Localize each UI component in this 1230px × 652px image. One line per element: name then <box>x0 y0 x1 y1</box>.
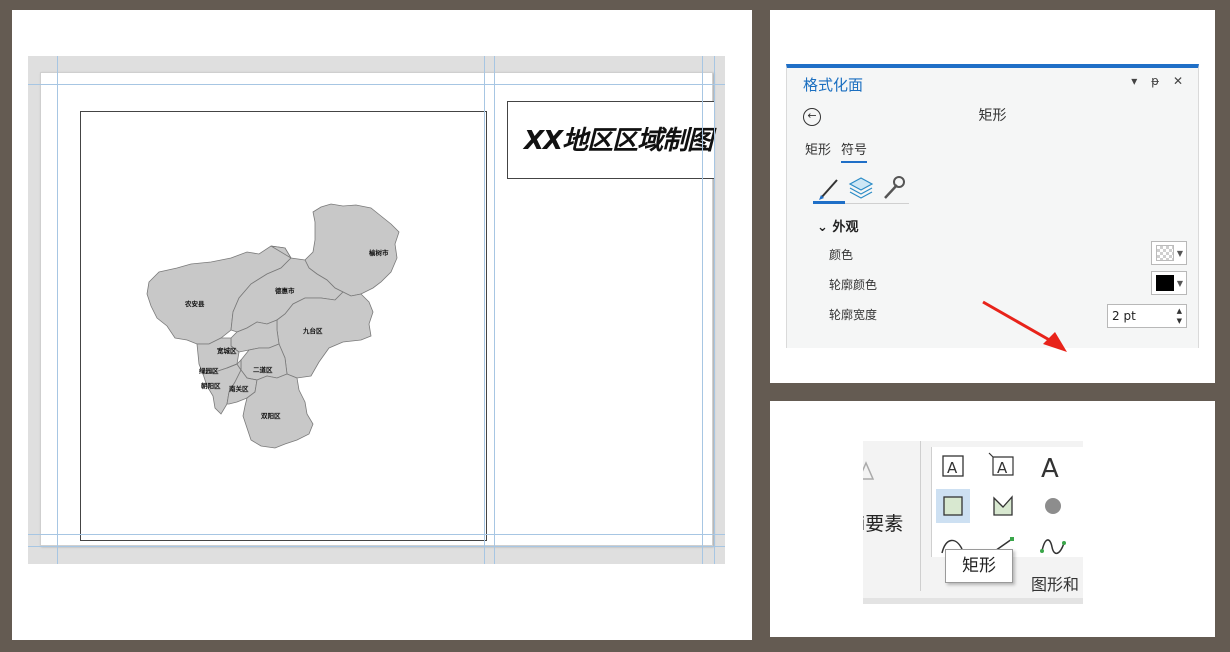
guide-line <box>494 56 495 564</box>
rectangle-icon[interactable] <box>936 489 970 523</box>
label-chaoyang: 朝阳区 <box>201 381 221 390</box>
ribbon-button-label: i要素 <box>863 513 904 535</box>
label-lvyuan: 绿园区 <box>199 366 219 375</box>
guide-line <box>28 546 725 547</box>
label-yushu: 榆树市 <box>369 248 389 257</box>
dropdown-icon[interactable]: ▾ <box>1131 74 1142 88</box>
black-swatch <box>1156 275 1174 291</box>
label-shuangyang: 双阳区 <box>261 411 281 420</box>
polygon-icon[interactable] <box>986 489 1020 523</box>
svg-text:A: A <box>997 459 1008 477</box>
pane-subtitle: 矩形 <box>978 108 1007 124</box>
outline-color-picker[interactable]: ▼ <box>1151 271 1187 295</box>
map-frame[interactable]: 榆树市 农安县 德惠市 九台区 宽城区 绿园区 二道区 朝阳区 南关区 双阳区 <box>80 111 487 541</box>
pane-title: 格式化面 <box>803 76 864 94</box>
appearance-label: 外观 <box>832 220 859 235</box>
circle-icon[interactable] <box>1036 489 1070 523</box>
partial-tool-icon <box>863 459 875 481</box>
chevron-down-icon: ▼ <box>1176 249 1183 258</box>
guide-line <box>57 56 58 564</box>
format-pane: 格式化面 ▾ ᵽ ✕ ← 矩形 矩形 符号 ⌄ 外观 颜色 ▼ 轮廓颜色 ▼ 轮… <box>786 64 1199 352</box>
label-nanguan: 南关区 <box>229 384 249 393</box>
outline-width-value: 2 pt <box>1112 309 1136 323</box>
guide-line <box>28 534 725 535</box>
guide-line <box>28 84 725 85</box>
ribbon-crop: i要素 A A A 图形和 矩形 <box>863 441 1083 604</box>
label-dehui: 德惠市 <box>275 286 295 295</box>
label-erdao: 二道区 <box>253 365 273 374</box>
text-icon[interactable]: A <box>936 449 970 483</box>
outline-width-input[interactable]: 2 pt ▲ ▼ <box>1107 304 1187 328</box>
map-title: XX地区区域制图 <box>524 126 713 156</box>
outline-width-label: 轮廓宽度 <box>829 308 878 322</box>
guide-line <box>484 56 485 564</box>
layout-view-panel: 榆树市 农安县 德惠市 九台区 宽城区 绿园区 二道区 朝阳区 南关区 双阳区 … <box>12 10 752 640</box>
brush-icon[interactable] <box>815 174 843 202</box>
chevron-down-icon: ▼ <box>1176 279 1183 288</box>
tab-symbol[interactable]: 符号 <box>841 139 868 163</box>
layout-page[interactable]: 榆树市 农安县 德惠市 九台区 宽城区 绿园区 二道区 朝阳区 南关区 双阳区 … <box>40 72 715 546</box>
tooltip: 矩形 <box>945 549 1013 583</box>
svg-text:A: A <box>1041 454 1059 483</box>
label-kuancheng: 宽城区 <box>216 346 237 355</box>
wrench-icon[interactable] <box>879 174 907 202</box>
format-pane-panel: 格式化面 ▾ ᵽ ✕ ← 矩形 矩形 符号 ⌄ 外观 颜色 ▼ 轮廓颜色 ▼ 轮… <box>770 10 1215 383</box>
layers-icon[interactable] <box>847 174 875 202</box>
color-label: 颜色 <box>829 248 854 262</box>
appearance-section[interactable]: ⌄ 外观 <box>817 216 858 235</box>
expander-icon[interactable]: ⌄ <box>817 220 828 235</box>
ribbon-group-label: 图形和 <box>1031 575 1080 594</box>
pane-controls: ▾ ᵽ ✕ <box>1131 74 1188 88</box>
ribbon-panel: i要素 A A A 图形和 矩形 <box>770 401 1215 637</box>
svg-text:A: A <box>947 459 958 477</box>
active-tab-indicator <box>813 201 845 204</box>
symbol-icon-row <box>813 172 909 204</box>
layout-canvas[interactable]: 榆树市 农安县 德惠市 九台区 宽城区 绿园区 二道区 朝阳区 南关区 双阳区 … <box>28 56 725 564</box>
spinner-icon[interactable]: ▲ ▼ <box>1177 306 1182 326</box>
large-text-icon[interactable]: A <box>1036 449 1070 484</box>
ribbon-bottom-edge <box>863 598 1083 604</box>
transparent-swatch <box>1156 245 1174 261</box>
label-nongan: 农安县 <box>184 299 205 308</box>
pin-icon[interactable]: ᵽ <box>1151 74 1164 88</box>
curve-icon[interactable] <box>1036 529 1070 563</box>
graphics-gallery: A A A <box>931 447 1083 557</box>
label-jiutai: 九台区 <box>302 326 323 335</box>
map-svg: 榆树市 农安县 德惠市 九台区 宽城区 绿园区 二道区 朝阳区 南关区 双阳区 <box>146 203 400 449</box>
tab-rectangle[interactable]: 矩形 <box>805 139 831 158</box>
title-frame[interactable]: XX地区区域制图 <box>507 101 715 179</box>
annotation-arrow-icon <box>982 300 1067 352</box>
callout-text-icon[interactable]: A <box>986 449 1020 483</box>
outline-color-label: 轮廓颜色 <box>829 278 878 292</box>
color-picker[interactable]: ▼ <box>1151 241 1187 265</box>
guide-line <box>714 56 715 564</box>
close-icon[interactable]: ✕ <box>1173 74 1188 88</box>
guide-line <box>702 56 703 564</box>
ribbon-separator <box>920 441 921 591</box>
